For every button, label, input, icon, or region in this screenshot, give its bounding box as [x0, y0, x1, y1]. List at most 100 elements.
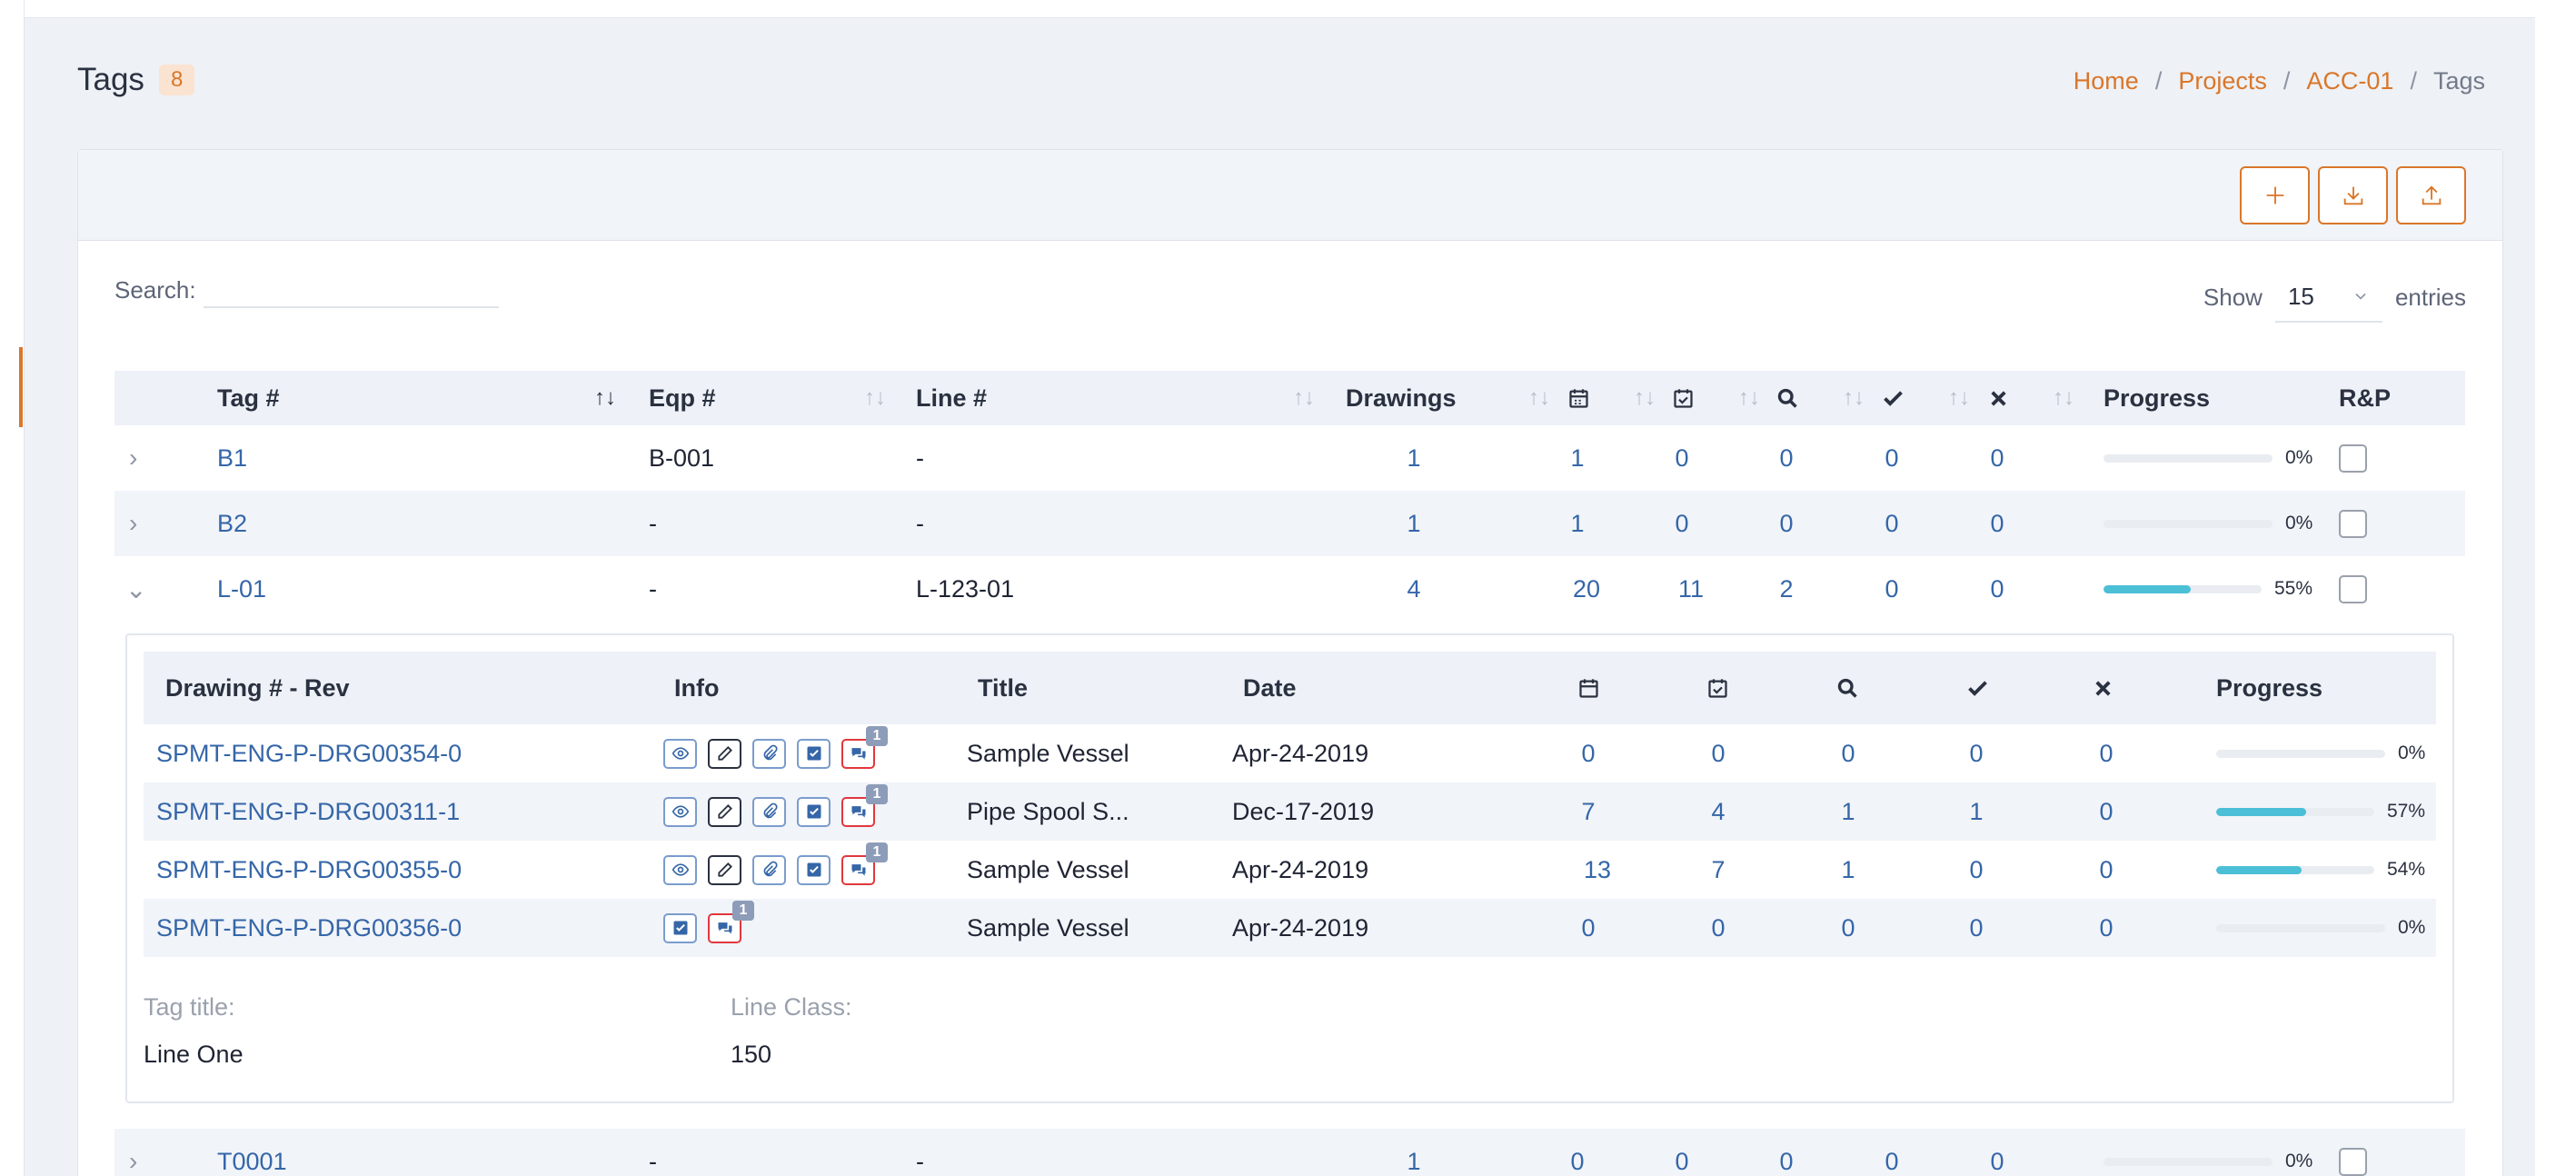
- rp-checkbox[interactable]: [2339, 1129, 2367, 1176]
- col-completed[interactable]: 0: [1655, 425, 1709, 491]
- calendar-check-icon[interactable]: [1671, 371, 1696, 425]
- sort-icon[interactable]: ↑↓: [1293, 371, 1315, 425]
- breadcrumb-projects[interactable]: Projects: [2178, 67, 2267, 95]
- col-completed[interactable]: 0: [1655, 491, 1709, 556]
- col-approved[interactable]: 0: [1949, 724, 2004, 782]
- col-scheduled[interactable]: 0: [1561, 899, 1616, 957]
- col-approved[interactable]: 0: [1949, 841, 2004, 899]
- tag-link[interactable]: L-01: [217, 556, 266, 622]
- col-approved[interactable]: 0: [1865, 425, 1919, 491]
- chevron-down-icon[interactable]: ⌄: [125, 556, 146, 622]
- drawings-count[interactable]: 1: [1346, 491, 1482, 556]
- breadcrumb-home[interactable]: Home: [2074, 67, 2139, 95]
- comments-icon[interactable]: 1: [841, 783, 888, 827]
- rp-checkbox[interactable]: [2339, 556, 2367, 622]
- rp-checkbox[interactable]: [2339, 425, 2367, 491]
- header-eqp[interactable]: Eqp #: [649, 371, 716, 425]
- tag-link[interactable]: B1: [217, 425, 247, 491]
- sort-icon[interactable]: ↑↓: [1634, 371, 1656, 425]
- col-inspected[interactable]: 1: [1821, 841, 1875, 899]
- col-approved[interactable]: 1: [1949, 782, 2004, 841]
- col-inspected[interactable]: 0: [1759, 491, 1814, 556]
- col-rejected[interactable]: 0: [1970, 425, 2024, 491]
- add-tag-button[interactable]: [2240, 166, 2310, 224]
- comments-icon[interactable]: 1: [841, 842, 888, 885]
- calendar-icon[interactable]: [1566, 371, 1591, 425]
- search-icon[interactable]: [1775, 371, 1800, 425]
- attachment-icon[interactable]: [752, 796, 786, 827]
- view-icon[interactable]: [663, 854, 697, 885]
- rp-checkbox[interactable]: [2339, 491, 2367, 556]
- breadcrumb-project[interactable]: ACC-01: [2306, 67, 2393, 95]
- col-completed[interactable]: 0: [1655, 1129, 1709, 1176]
- chevron-right-icon[interactable]: ›: [129, 491, 137, 556]
- checkbox-icon[interactable]: [797, 796, 830, 827]
- col-scheduled[interactable]: 0: [1561, 724, 1616, 782]
- col-scheduled[interactable]: 7: [1561, 782, 1616, 841]
- entries-select[interactable]: 15: [2274, 272, 2382, 323]
- col-approved[interactable]: 0: [1865, 1129, 1919, 1176]
- attachment-icon[interactable]: [752, 854, 786, 885]
- col-completed[interactable]: 11: [1655, 556, 1727, 622]
- sort-icon[interactable]: ↑↓: [1948, 371, 1970, 425]
- drawings-count[interactable]: 4: [1346, 556, 1482, 622]
- drawing-link[interactable]: SPMT-ENG-P-DRG00356-0: [156, 899, 462, 957]
- col-rejected[interactable]: 0: [2079, 841, 2133, 899]
- checkbox-icon[interactable]: [797, 738, 830, 769]
- sort-icon[interactable]: ↑↓: [2053, 371, 2074, 425]
- col-rejected[interactable]: 0: [2079, 899, 2133, 957]
- attachment-icon[interactable]: [752, 738, 786, 769]
- comments-icon[interactable]: 1: [708, 900, 754, 943]
- sort-icon[interactable]: ↑↓: [864, 371, 886, 425]
- col-rejected[interactable]: 0: [1970, 491, 2024, 556]
- col-inspected[interactable]: 0: [1821, 899, 1875, 957]
- drawing-link[interactable]: SPMT-ENG-P-DRG00355-0: [156, 841, 462, 899]
- col-approved[interactable]: 0: [1865, 491, 1919, 556]
- header-tag[interactable]: Tag #: [217, 371, 280, 425]
- tag-link[interactable]: T0001: [217, 1129, 287, 1176]
- export-button[interactable]: [2396, 166, 2466, 224]
- checkbox-icon[interactable]: [663, 912, 697, 943]
- sort-icon[interactable]: ↑↓: [1738, 371, 1760, 425]
- comments-icon[interactable]: 1: [841, 725, 888, 769]
- x-icon[interactable]: [1986, 371, 2011, 425]
- col-inspected[interactable]: 1: [1821, 782, 1875, 841]
- col-scheduled[interactable]: 13: [1561, 841, 1634, 899]
- sort-icon[interactable]: ↑↓: [1843, 371, 1865, 425]
- col-inspected[interactable]: 0: [1759, 1129, 1814, 1176]
- col-rejected[interactable]: 0: [2079, 782, 2133, 841]
- tag-link[interactable]: B2: [217, 491, 247, 556]
- drawings-count[interactable]: 1: [1346, 425, 1482, 491]
- chevron-right-icon[interactable]: ›: [129, 1129, 137, 1176]
- check-icon[interactable]: [1881, 371, 1905, 425]
- col-approved[interactable]: 0: [1865, 556, 1919, 622]
- col-rejected[interactable]: 0: [1970, 1129, 2024, 1176]
- col-rejected[interactable]: 0: [2079, 724, 2133, 782]
- edit-icon[interactable]: [708, 854, 741, 885]
- col-completed[interactable]: 0: [1691, 724, 1746, 782]
- col-approved[interactable]: 0: [1949, 899, 2004, 957]
- drawings-count[interactable]: 1: [1346, 1129, 1482, 1176]
- drawing-link[interactable]: SPMT-ENG-P-DRG00311-1: [156, 782, 460, 841]
- col-completed[interactable]: 0: [1691, 899, 1746, 957]
- sort-asc-icon[interactable]: ↑↓: [594, 371, 616, 425]
- col-rejected[interactable]: 0: [1970, 556, 2024, 622]
- col-scheduled[interactable]: 1: [1550, 491, 1605, 556]
- edit-icon[interactable]: [708, 796, 741, 827]
- col-scheduled[interactable]: 0: [1550, 1129, 1605, 1176]
- checkbox-icon[interactable]: [797, 854, 830, 885]
- view-icon[interactable]: [663, 738, 697, 769]
- search-input[interactable]: [203, 272, 499, 308]
- col-inspected[interactable]: 0: [1759, 425, 1814, 491]
- sort-icon[interactable]: ↑↓: [1528, 371, 1550, 425]
- view-icon[interactable]: [663, 796, 697, 827]
- col-inspected[interactable]: 0: [1821, 724, 1875, 782]
- col-scheduled[interactable]: 1: [1550, 425, 1605, 491]
- header-drawings[interactable]: Drawings: [1346, 371, 1457, 425]
- col-completed[interactable]: 4: [1691, 782, 1746, 841]
- header-line[interactable]: Line #: [916, 371, 987, 425]
- edit-icon[interactable]: [708, 738, 741, 769]
- col-inspected[interactable]: 2: [1759, 556, 1814, 622]
- chevron-right-icon[interactable]: ›: [129, 425, 137, 491]
- import-button[interactable]: [2318, 166, 2388, 224]
